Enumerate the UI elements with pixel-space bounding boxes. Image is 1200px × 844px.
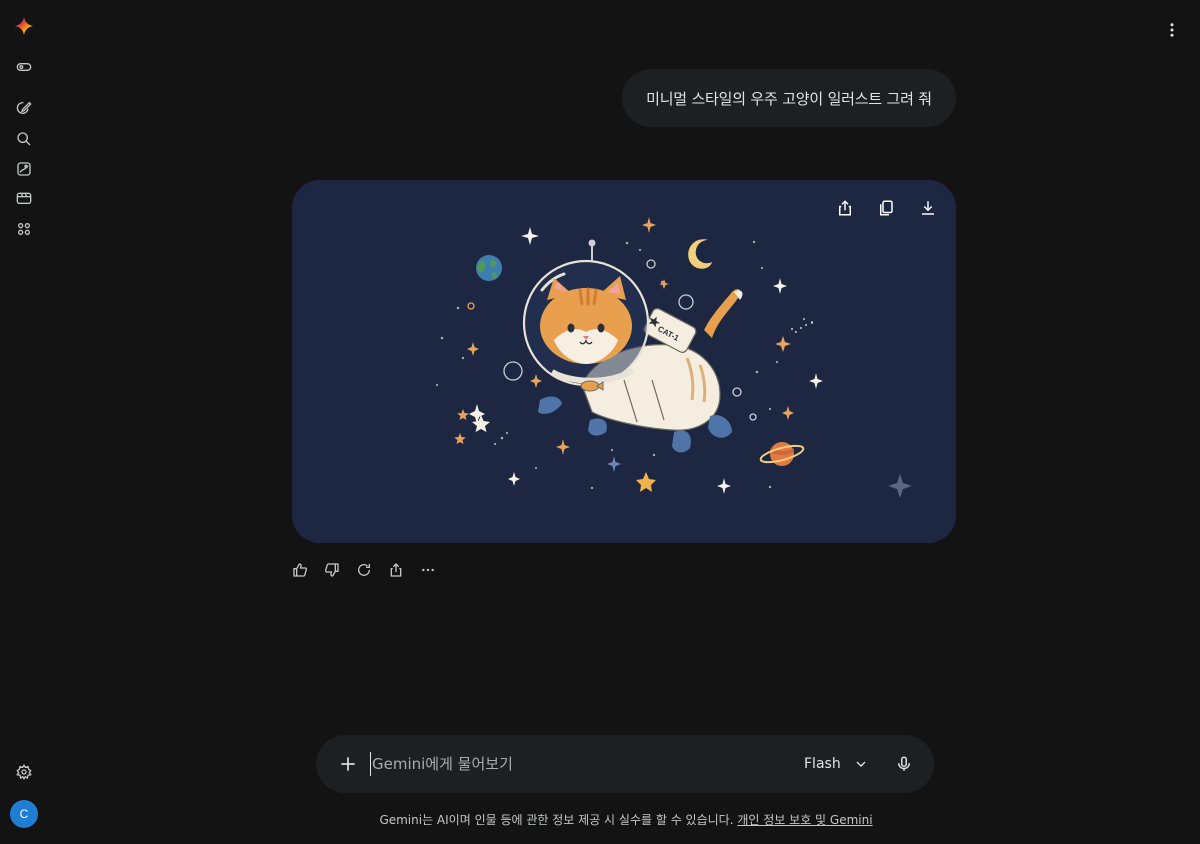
share-image-icon[interactable]	[833, 196, 857, 220]
generated-image[interactable]: CAT-1	[292, 180, 956, 543]
copy-image-icon[interactable]	[874, 196, 898, 220]
toggle-sidebar-icon[interactable]	[12, 55, 36, 79]
microphone-icon[interactable]	[892, 752, 916, 776]
apps-grid-icon[interactable]	[12, 217, 36, 241]
prompt-composer: Flash	[316, 735, 934, 793]
privacy-link[interactable]: 개인 정보 보호 및 Gemini	[737, 813, 872, 827]
regenerate-icon[interactable]	[352, 558, 376, 582]
chevron-down-icon	[856, 761, 866, 767]
prompt-input[interactable]	[370, 752, 770, 776]
thumbs-down-icon[interactable]	[320, 558, 344, 582]
thumbs-up-icon[interactable]	[288, 558, 312, 582]
model-label: Flash	[804, 756, 841, 772]
gemini-logo-icon[interactable]	[12, 14, 36, 38]
gallery-icon[interactable]	[12, 157, 36, 181]
user-message-text: 미니멀 스타일의 우주 고양이 일러스트 그려 줘	[646, 89, 932, 108]
video-icon[interactable]	[12, 186, 36, 210]
user-message: 미니멀 스타일의 우주 고양이 일러스트 그려 줘	[622, 69, 956, 127]
add-attachment-icon[interactable]	[336, 752, 360, 776]
space-cat-illustration: CAT-1	[292, 180, 956, 543]
share-icon[interactable]	[384, 558, 408, 582]
more-icon[interactable]	[416, 558, 440, 582]
search-icon[interactable]	[12, 127, 36, 151]
disclaimer: Gemini는 AI이며 인물 등에 관한 정보 제공 시 실수를 할 수 있습…	[0, 811, 1200, 828]
response-actions	[288, 558, 440, 582]
model-selector[interactable]: Flash	[804, 752, 869, 776]
new-chat-icon[interactable]	[12, 96, 36, 120]
download-image-icon[interactable]	[916, 196, 940, 220]
gear-icon[interactable]	[12, 760, 36, 784]
disclaimer-text: Gemini는 AI이며 인물 등에 관한 정보 제공 시 실수를 할 수 있습…	[379, 813, 734, 827]
more-vert-icon[interactable]	[1160, 18, 1184, 42]
sidebar-rail: C	[0, 0, 48, 844]
